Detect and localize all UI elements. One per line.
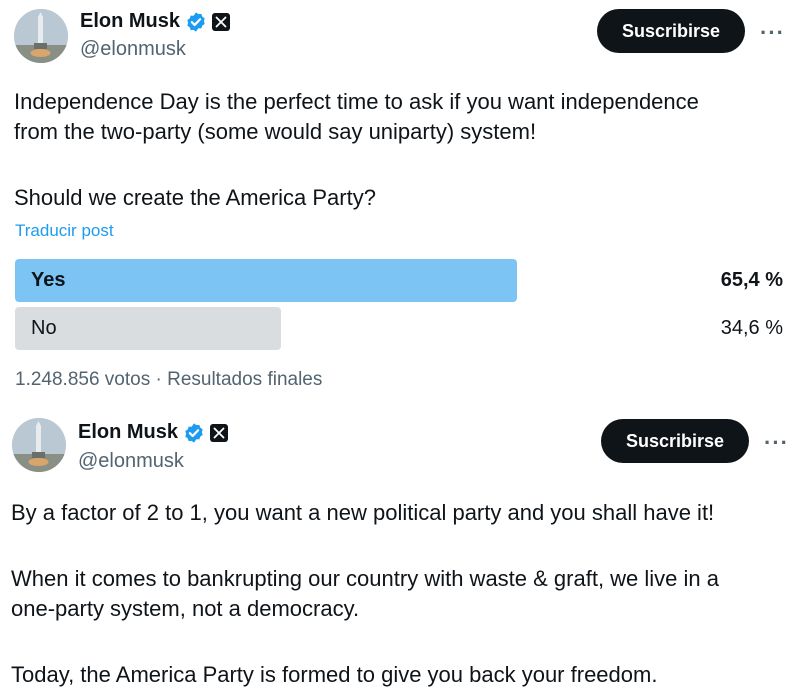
avatar[interactable] (14, 9, 68, 63)
subscribe-button[interactable]: Suscribirse (597, 9, 745, 53)
poll-option-no[interactable]: No 34,6 % (15, 307, 785, 350)
subscribe-button[interactable]: Suscribirse (601, 419, 749, 463)
tweet-text-line: By a factor of 2 to 1, you want a new po… (11, 500, 715, 525)
poll-bar-yes (15, 259, 517, 302)
author-name[interactable]: Elon Musk (78, 421, 178, 444)
tweet-text-line: When it comes to bankrupting our country… (11, 566, 719, 591)
author-name-row: Elon Musk (78, 421, 229, 444)
x-logo-icon (210, 423, 229, 442)
more-options-icon[interactable]: ··· (764, 432, 789, 454)
tweet-text: By a factor of 2 to 1, you want a new po… (11, 498, 719, 690)
tweet-text-line: Today, the America Party is formed to gi… (11, 662, 658, 687)
more-options-icon[interactable]: ··· (760, 22, 785, 44)
author-handle[interactable]: @elonmusk (78, 450, 184, 473)
tweet-text-line: one-party system, not a democracy. (11, 596, 360, 621)
verified-badge-icon (187, 11, 205, 32)
poll-option-percent: 34,6 % (720, 317, 783, 339)
poll-meta: 1.248.856 votos · Resultados finales (15, 369, 322, 391)
author-name[interactable]: Elon Musk (80, 10, 180, 33)
tweet-text-line: Should we create the America Party? (14, 185, 376, 210)
avatar-rocket-image (14, 9, 68, 63)
poll-meta-separator: · (155, 369, 162, 390)
poll-status: Resultados finales (167, 369, 323, 390)
x-logo-icon (212, 12, 231, 31)
translate-post-link[interactable]: Traducir post (15, 221, 114, 241)
author-handle[interactable]: @elonmusk (80, 38, 186, 61)
verified-badge-icon (185, 422, 203, 443)
poll-vote-count: 1.248.856 votos (15, 369, 151, 390)
poll-option-yes[interactable]: Yes 65,4 % (15, 259, 785, 302)
poll-option-label: Yes (31, 269, 66, 291)
poll-option-percent: 65,4 % (720, 269, 783, 291)
poll: Yes 65,4 % No 34,6 % (15, 259, 785, 355)
avatar[interactable] (12, 418, 66, 472)
tweet-text-line: Independence Day is the perfect time to … (14, 89, 699, 114)
author-name-row: Elon Musk (80, 10, 231, 33)
announcement-tweet: Elon Musk @elonmusk Suscribirse ··· By a… (0, 405, 800, 696)
tweet-text-line: from the two-party (some would say unipa… (14, 119, 537, 144)
poll-tweet: Elon Musk @elonmusk Suscribirse ··· Inde… (0, 0, 800, 405)
tweet-text: Independence Day is the perfect time to … (14, 87, 699, 213)
poll-option-label: No (31, 317, 57, 339)
avatar-rocket-image (12, 418, 66, 472)
